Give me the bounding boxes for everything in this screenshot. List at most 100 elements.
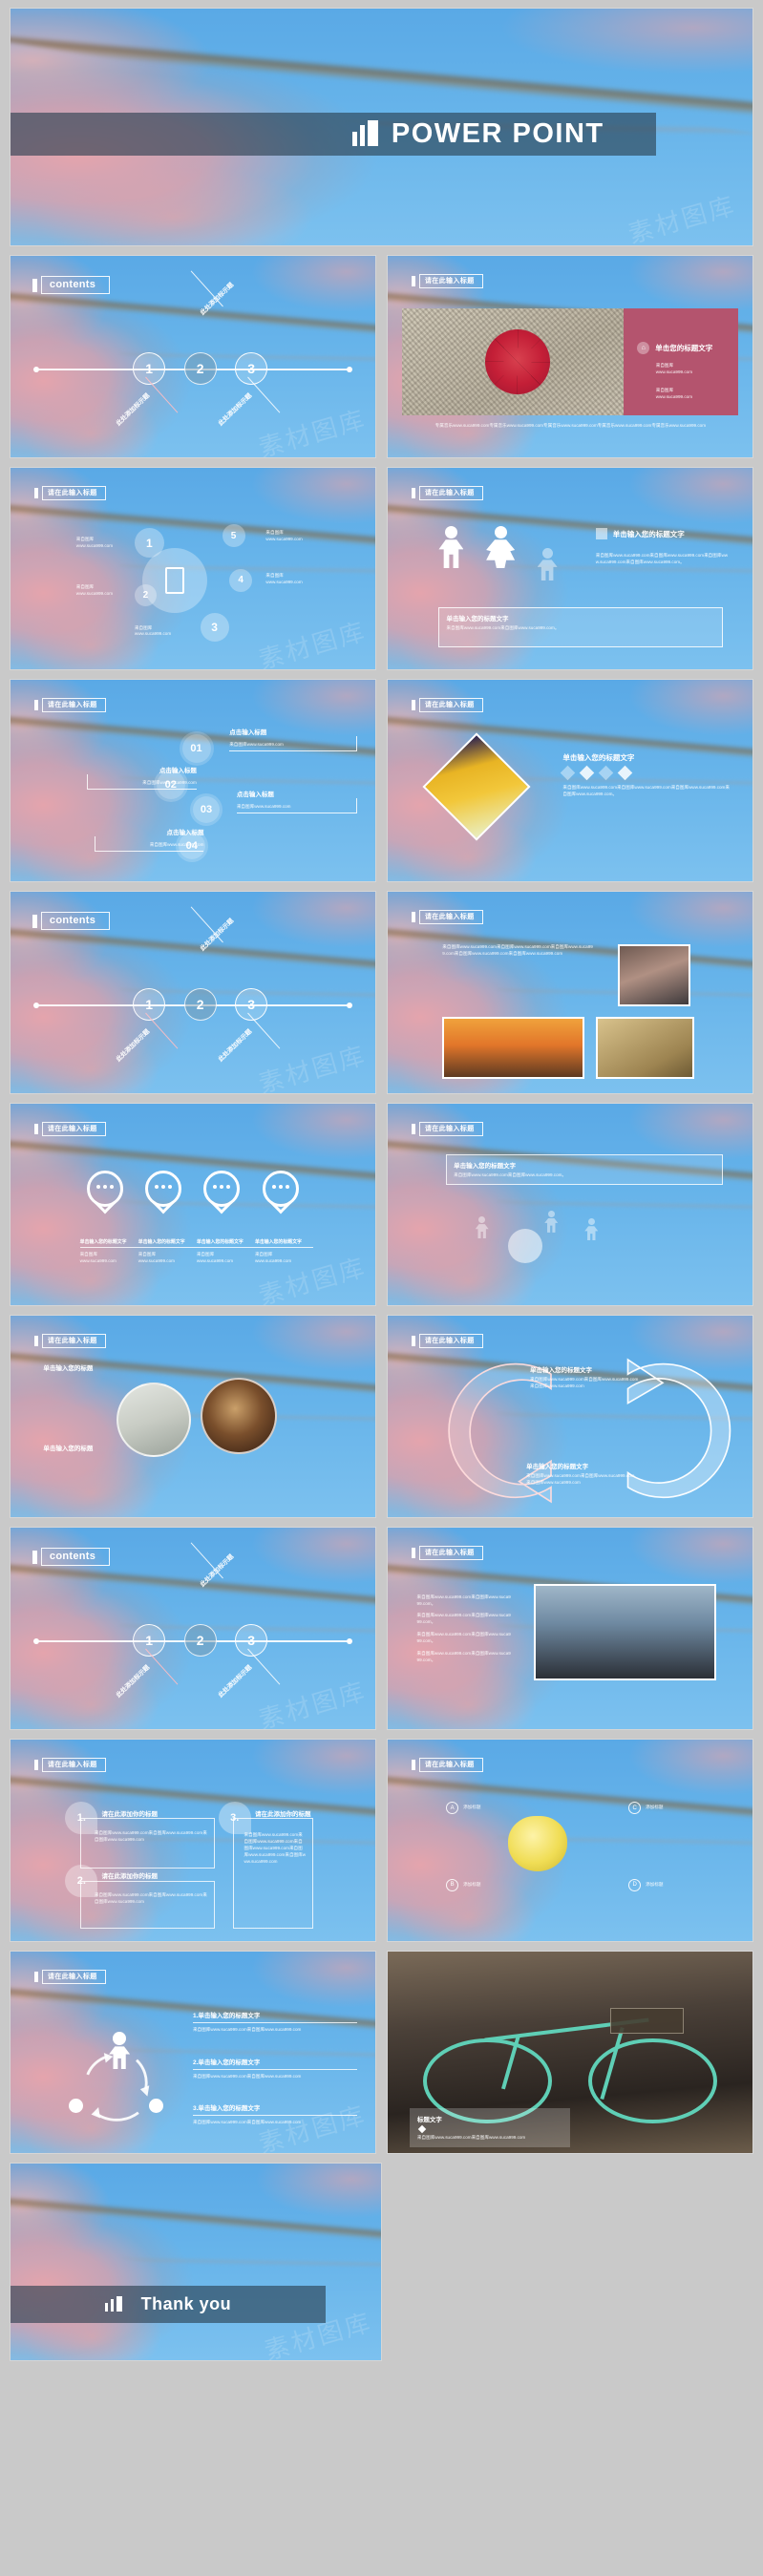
slide-umbrella[interactable]: 请在此输入标题 ⌂ 单击您的标题文字 来自图库 www.suca999.com <box>387 255 753 458</box>
pin-item-1: 单击输入您的标题文字 来自图库 www.suca999.com <box>79 1238 138 1265</box>
pin-item-2: 单击输入您的标题文字 来自图库 www.suca999.com <box>138 1238 197 1265</box>
tablet-icon <box>164 567 184 595</box>
hub-bubble-3[interactable]: 3 <box>200 612 229 642</box>
slide-photo-gallery[interactable]: 请在此输入标题 来自图库www.suca999.com来自图库www.suca9… <box>387 891 753 1094</box>
slide-header-badge: 请在此输入标题 <box>33 485 106 500</box>
contents-badge: contents <box>32 276 111 295</box>
badge-letter: C <box>628 1802 642 1815</box>
pin-icon-2[interactable] <box>145 1170 182 1218</box>
contents-label: contents <box>40 276 111 295</box>
header-title: 请在此输入标题 <box>41 1969 106 1984</box>
item-title: 单击输入您的标题文字 <box>254 1238 314 1249</box>
box-title-3: 请在此添加你的标题 <box>254 1810 311 1818</box>
slide-plane-photo[interactable]: 请在此输入标题 来自图库www.suca999.com来自图库www.suca9… <box>387 1527 753 1730</box>
hub-left-item-2: 来自图库 www.suca999.com <box>76 584 113 598</box>
photo-circle-moth <box>200 1378 277 1455</box>
timeline-dot-start <box>32 367 39 373</box>
header-title: 请在此输入标题 <box>41 1121 106 1136</box>
badge-bar-icon <box>411 275 415 286</box>
header-title: 请在此输入标题 <box>41 697 106 712</box>
slide-numbered-boxes[interactable]: 请在此输入标题 1. 请在此添加你的标题 来自图库www.suca999.com… <box>10 1739 376 1942</box>
lemon-item-b: B 添加标题 <box>446 1878 481 1891</box>
pin-icon-4[interactable] <box>262 1170 299 1218</box>
timeline-node-2[interactable]: 2 <box>183 1624 217 1658</box>
callout-body: 来自图库www.suca999.com来自图库www.suca999.com。 <box>446 624 560 630</box>
item-title: 单击输入您的标题文字 <box>526 1463 589 1470</box>
item-sub: 来自图库 <box>254 1252 273 1257</box>
pin-icon-3[interactable] <box>203 1170 241 1218</box>
slide-lemon[interactable]: 请在此输入标题 A 添加标题 B 添加标题 C 添加标题 D 添加标题 <box>387 1739 753 1942</box>
diamond-bullets <box>561 765 731 781</box>
slide-people[interactable]: 请在此输入标题 单击输入您的标题文字 来自图库www.suca999.com来自… <box>387 467 753 670</box>
slide-header-badge: 请在此输入标题 <box>411 909 483 924</box>
item-title: 点击输入标题 <box>159 767 197 774</box>
slide-contents-3[interactable]: 素材图库 contents 1 2 3 此处添加标示题 此处添加标示题 此处添加… <box>10 1527 376 1730</box>
person-icon-left <box>475 1216 489 1239</box>
empty-grid-cell <box>396 2377 763 2576</box>
slide-two-circles[interactable]: 请在此输入标题 单击输入您的标题 单击输入您的标题 <box>10 1315 376 1518</box>
item-title: 添加标题 <box>463 1881 481 1887</box>
timeline-node-2[interactable]: 2 <box>183 988 217 1022</box>
photo-band: ⌂ 单击您的标题文字 来自图库 www.suca999.com 来自图库 www… <box>402 307 738 415</box>
hub-left-item-1: 来自图库 www.suca999.com <box>76 537 113 550</box>
slide-pins[interactable]: 素材图库 请在此输入标题 单击输入您的标题文字 来自图库 www.suca999… <box>10 1103 376 1306</box>
diamond-bullet-icon <box>417 2124 427 2134</box>
callout-body: 来自图库www.suca999.com来自图库www.suca999.com。 <box>454 1172 567 1177</box>
item-title: 添加标题 <box>646 1805 664 1810</box>
slide-gears[interactable]: 请在此输入标题 01 02 03 04 点击输入标题 来自图库www.suca9… <box>10 679 376 882</box>
callout-title: 单击输入您的标题文字 <box>454 1162 517 1170</box>
header-title: 请在此输入标题 <box>418 1333 483 1348</box>
item-url: www.suca999.com <box>79 1258 117 1264</box>
person-icon-mid <box>544 1210 559 1233</box>
slide-balloons[interactable]: 请在此输入标题 单击输入您的标题文字 来自图库www.suca999.com来自… <box>387 1103 753 1306</box>
slide-header-badge: 请在此输入标题 <box>411 1333 483 1348</box>
item-url: www.suca999.com <box>196 1258 234 1264</box>
badge-letter: B <box>446 1878 459 1891</box>
timeline-node-2[interactable]: 2 <box>183 352 217 386</box>
item-sub: 来自图库 <box>196 1252 215 1257</box>
home-icon: ⌂ <box>637 342 650 355</box>
item-sub: 来自图库 <box>79 1252 97 1257</box>
hub-bubble-5[interactable]: 5 <box>222 524 245 548</box>
gear-item-2: 点击输入标题 来自图库www.suca999.com <box>87 765 197 790</box>
diamond-bullet <box>580 765 595 781</box>
tri-item-1: 1.单击输入您的标题文字 来自图库www.suca999.com来自图库www.… <box>193 2010 357 2034</box>
presentation-preview-page: 素材图库 POWER POINT 素材图库 contents 1 2 3 此 <box>0 0 763 2576</box>
item-body: 来自图库www.suca999.com来自图库www.suca999.com <box>193 2027 302 2033</box>
contents-label: contents <box>40 912 111 931</box>
slide-header-badge: 请在此输入标题 <box>411 1757 483 1772</box>
lemon-item-c: C 添加标题 <box>628 1802 664 1815</box>
list-item: 来自图库www.suca999.com来自图库www.suca999.com。 <box>416 1650 511 1662</box>
header-title: 请在此输入标题 <box>418 1545 483 1560</box>
slide-contents-1[interactable]: 素材图库 contents 1 2 3 此处添加标示题 此处添加标示题 此处添加… <box>10 255 376 458</box>
header-title: 请在此输入标题 <box>41 1333 106 1348</box>
photo-coffee <box>617 943 691 1007</box>
gear-icon-01[interactable]: 01 <box>177 728 216 768</box>
circles-title-top: 单击输入您的标题 <box>43 1364 94 1372</box>
slide-header-badge: 请在此输入标题 <box>411 1121 483 1136</box>
panel-item-label: 来自图库 <box>655 387 674 392</box>
hub-bubble-4[interactable]: 4 <box>229 568 253 592</box>
item-title: 点击输入标题 <box>236 791 274 798</box>
pin-item-3: 单击输入您的标题文字 来自图库 www.suca999.com <box>196 1238 255 1265</box>
bar-chart-icon <box>104 2295 122 2312</box>
slide-circular-arrows[interactable]: 请在此输入标题 单击输入您的标题文字 来自图库www.suca999.com来自… <box>387 1315 753 1518</box>
slide-contents-2[interactable]: 素材图库 contents 1 2 3 此处添加标示题 此处添加标示题 此处添加… <box>10 891 376 1094</box>
slide-header-badge: 请在此输入标题 <box>411 1545 483 1560</box>
pin-icon-1[interactable] <box>87 1170 124 1218</box>
hub-bubble-1[interactable]: 1 <box>134 528 164 559</box>
hub-left-item-3: 来自图库 www.suca999.com <box>135 625 171 639</box>
people-callout-box: 单击输入您的标题文字 来自图库www.suca999.com来自图库www.su… <box>438 606 724 647</box>
slide-header-badge: 请在此输入标题 <box>411 697 483 712</box>
slide-thank-you[interactable]: 素材图库 Thank you <box>10 2163 382 2361</box>
slide-diamond[interactable]: 请在此输入标题 单击输入您的标题文字 来自图库www.suca999.com来自… <box>387 679 753 882</box>
slide-header-badge: 请在此输入标题 <box>411 485 483 500</box>
item-title: 单击输入您的标题文字 <box>198 2059 261 2066</box>
slide-title[interactable]: 素材图库 POWER POINT <box>10 8 753 246</box>
contents-label: contents <box>40 1548 111 1567</box>
slide-bicycle[interactable]: 标题文字 来自图库www.suca999.com来自图库www.suca999.… <box>387 1951 753 2154</box>
person-icon-male <box>438 526 464 569</box>
slide-triangle-cycle[interactable]: 素材图库 请在此输入标题 1.单击输入您的标题文字 <box>10 1951 376 2154</box>
slide-header-badge: 请在此输入标题 <box>33 1969 106 1984</box>
slide-hub-circles[interactable]: 素材图库 请在此输入标题 1 2 3 4 5 来自图库 www.suca999.… <box>10 467 376 670</box>
